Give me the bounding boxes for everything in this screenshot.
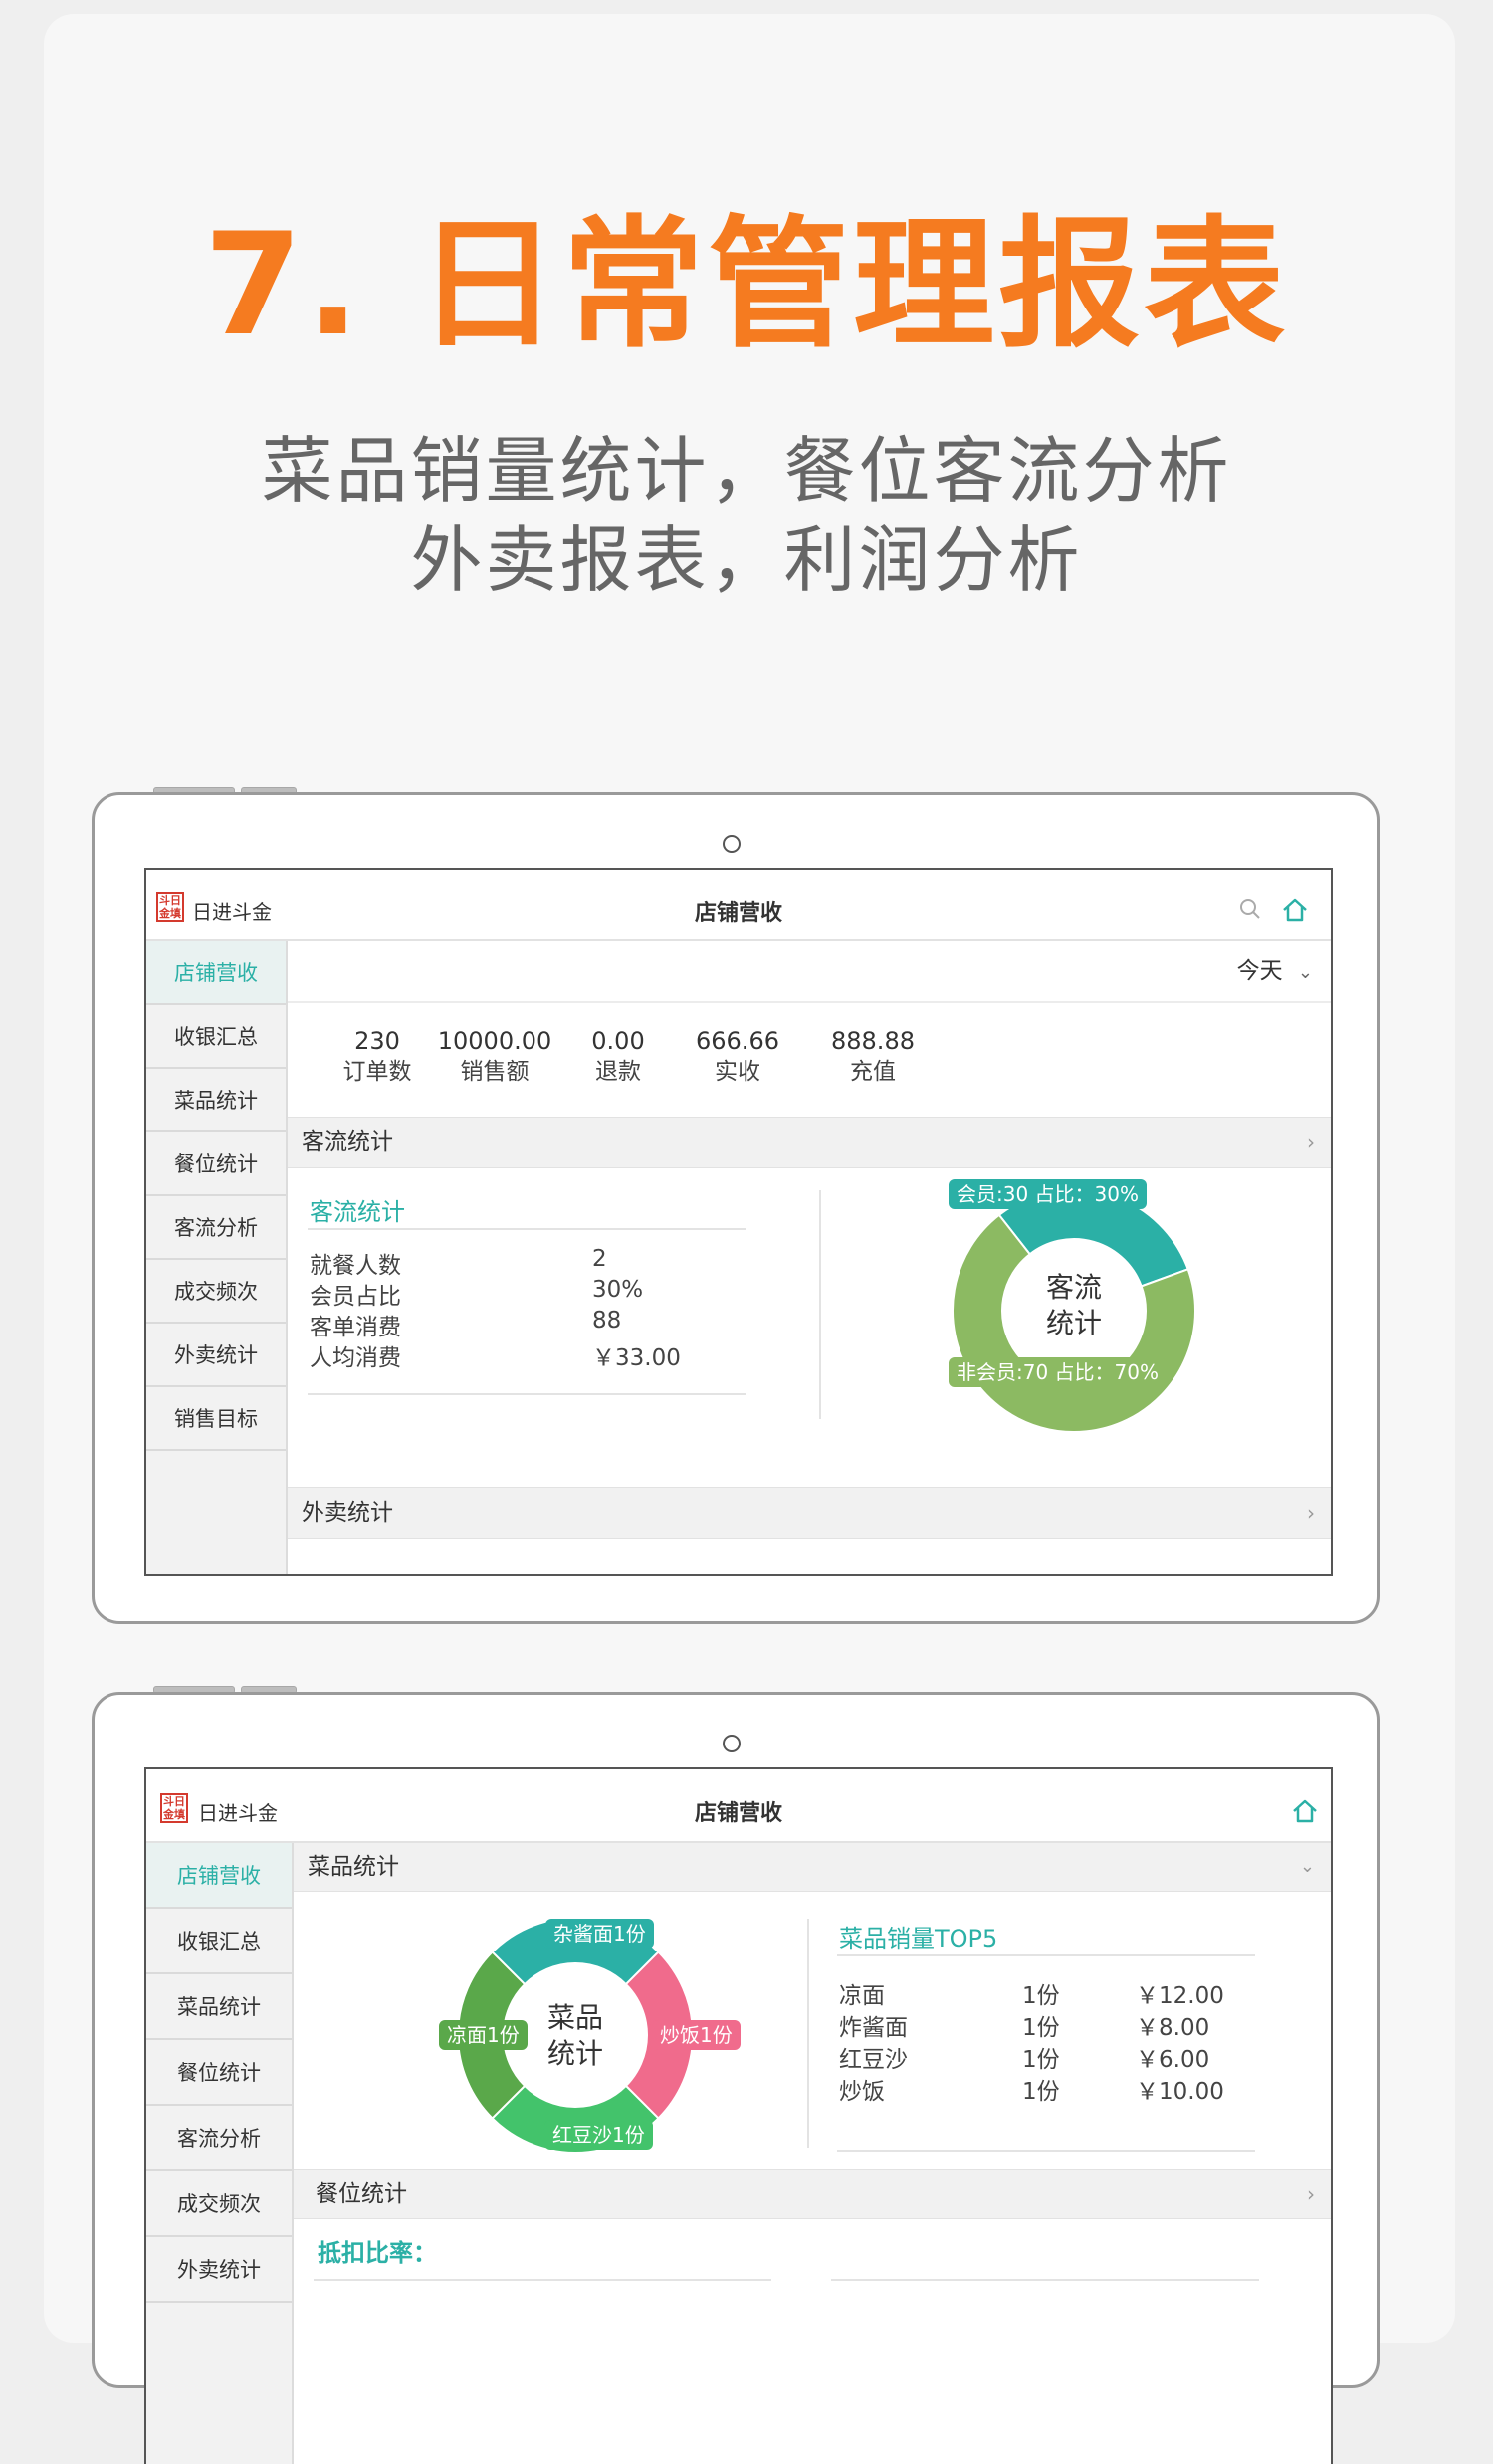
top5-qty: 1份 [1022, 2015, 1060, 2041]
sidebar-item[interactable]: 店铺营收 [146, 1843, 292, 1909]
sidebar-item[interactable]: 客流分析 [146, 2106, 292, 2171]
tablet-1-screen: 斗日金填 日进斗金 店铺营收 店铺营收 收银汇总 菜品统计 餐位统计 客流分析 成交频次外… [144, 868, 1333, 1576]
divider [308, 1393, 746, 1395]
sidebar-item[interactable]: 餐位统计 [146, 1132, 286, 1196]
page-headline: 7. 日常管理报表 [203, 203, 1290, 367]
donut-center-line: 统计 [546, 2037, 603, 2070]
stat-row-value: 2 [592, 1246, 607, 1272]
section-bar-dishes[interactable]: 菜品统计 ⌄ [294, 1843, 1331, 1892]
donut-label-member: 会员:30 占比：30% [949, 1179, 1147, 1209]
chevron-right-icon: › [1307, 1130, 1315, 1154]
title-bar: 斗日金填 日进斗金 店铺营收 [146, 870, 1331, 941]
divider [308, 1228, 746, 1230]
stat-value: 888.88 [831, 1027, 915, 1055]
section-title: 外卖统计 [302, 1500, 393, 1526]
main-panel: 今天 ⌄ 230 订单数 10000.00 销售额 0.00 退款 666.66 实收 888.… [288, 941, 1331, 1574]
top5-qty: 1份 [1022, 1983, 1060, 2009]
sidebar-item[interactable]: 成交频次 [146, 1260, 286, 1324]
divider [831, 2279, 1259, 2281]
donut-center-label: 客流 统计 [1024, 1270, 1124, 1341]
sidebar: 店铺营收 收银汇总 菜品统计 餐位统计 客流分析 成交频次 外卖统计 [146, 1843, 294, 2464]
top5-title: 菜品销量TOP5 [839, 1925, 998, 1952]
sidebar-item[interactable]: 成交频次 [146, 2171, 292, 2237]
top5-name: 红豆沙 [839, 2047, 908, 2073]
divider [314, 2279, 771, 2281]
donut-center-label: 菜品 统计 [526, 2000, 625, 2072]
donut-center-line: 客流 [1045, 1271, 1102, 1304]
tablet-2: 斗日金填 日进斗金 店铺营收 店铺营收 收银汇总 菜品统计 餐位统计 客流分析 成交频次外… [92, 1692, 1380, 2464]
home-icon[interactable] [1281, 896, 1309, 924]
donut-label-0: 杂酱面1份 [545, 1919, 654, 1949]
date-filter[interactable]: 今天 ⌄ [1237, 951, 1313, 985]
subtitle-line-2: 外卖报表，利润分析 [410, 518, 1083, 602]
sidebar: 店铺营收 收银汇总 菜品统计 餐位统计 客流分析 成交频次 外卖统计 销售目标 [146, 941, 288, 1574]
divider [819, 1190, 821, 1419]
stat-row-value: ￥33.00 [592, 1345, 681, 1371]
donut-label-non-member: 非会员:70 占比：70% [949, 1357, 1167, 1387]
camera-dot [723, 1735, 741, 1752]
divider [288, 1001, 1331, 1003]
section-title: 菜品统计 [308, 1854, 399, 1880]
divider [837, 2150, 1255, 2152]
stat-row-label: 会员占比 [310, 1284, 401, 1310]
section-title: 客流统计 [302, 1129, 393, 1155]
section-title: 餐位统计 [316, 2181, 407, 2207]
sidebar-item[interactable]: 店铺营收 [146, 941, 286, 1005]
top5-price: ￥8.00 [1136, 2015, 1210, 2041]
main-panel: 菜品统计 ⌄ 杂酱面1份 炒饭1份 红豆沙1份 凉面1份 菜品 统计 菜品销量T… [294, 1843, 1331, 2464]
subtitle-line-1: 菜品销量统计，餐位客流分析 [261, 429, 1232, 513]
sidebar-item[interactable]: 菜品统计 [146, 1069, 286, 1132]
sidebar-item[interactable]: 餐位统计 [146, 2040, 292, 2106]
sidebar-item[interactable]: 外卖统计 [146, 1324, 286, 1387]
chevron-down-icon: ⌄ [1297, 962, 1313, 983]
chevron-right-icon: › [1307, 2182, 1315, 2206]
sidebar-item[interactable]: 销售目标 [146, 1387, 286, 1451]
section-bar-seats[interactable]: 餐位统计 › [294, 2169, 1331, 2219]
tablet-1: 斗日金填 日进斗金 店铺营收 店铺营收 收银汇总 菜品统计 餐位统计 客流分析 成交频次外… [92, 792, 1380, 1624]
top5-qty: 1份 [1022, 2047, 1060, 2073]
top5-name: 凉面 [839, 1983, 885, 2009]
chevron-down-icon: ⌄ [1299, 1856, 1315, 1877]
stat-label: 充值 [850, 1059, 896, 1085]
top5-name: 炒饭 [839, 2079, 885, 2105]
stat-row-value: 88 [592, 1308, 622, 1334]
tablet-2-screen: 斗日金填 日进斗金 店铺营收 店铺营收 收银汇总 菜品统计 餐位统计 客流分析 成交频次外… [144, 1767, 1333, 2464]
top5-qty: 1份 [1022, 2079, 1060, 2105]
screen-title: 店铺营收 [694, 1801, 782, 1826]
donut-label-3: 凉面1份 [439, 2020, 528, 2050]
stat-row-label: 就餐人数 [310, 1253, 401, 1279]
search-icon[interactable] [1239, 898, 1261, 920]
donut-label-2: 红豆沙1份 [544, 2120, 653, 2150]
chevron-right-icon: › [1307, 1501, 1315, 1525]
donut-center-line: 菜品 [546, 2001, 603, 2034]
divider [837, 1954, 1255, 1956]
divider [807, 1919, 809, 2148]
top5-price: ￥6.00 [1136, 2047, 1210, 2073]
donut-center-line: 统计 [1045, 1307, 1102, 1339]
section-bar-takeout[interactable]: 外卖统计 › [288, 1487, 1331, 1539]
stat-row-label: 人均消费 [310, 1345, 401, 1371]
sidebar-item[interactable]: 客流分析 [146, 1196, 286, 1260]
deduct-label: 抵扣比率： [318, 2239, 437, 2267]
stat-row-value: 30% [592, 1277, 644, 1303]
section-bar-customer-flow[interactable]: 客流统计 › [288, 1117, 1331, 1168]
top5-name: 炸酱面 [839, 2015, 908, 2041]
top5-price: ￥10.00 [1136, 2079, 1224, 2105]
sidebar-item[interactable]: 收银汇总 [146, 1005, 286, 1069]
camera-dot [723, 835, 741, 853]
sidebar-item[interactable]: 菜品统计 [146, 1974, 292, 2040]
stat-row-label: 客单消费 [310, 1315, 401, 1340]
screen-title: 店铺营收 [694, 901, 782, 925]
title-bar: 斗日金填 日进斗金 店铺营收 [146, 1769, 1331, 1843]
stat-item: 888.88 充值 [793, 1025, 953, 1087]
donut-label-1: 炒饭1份 [652, 2020, 741, 2050]
sidebar-item[interactable]: 收银汇总 [146, 1909, 292, 1974]
sidebar-item[interactable]: 外卖统计 [146, 2237, 292, 2303]
home-icon[interactable] [1291, 1797, 1319, 1825]
panel-title: 客流统计 [310, 1198, 405, 1226]
top5-price: ￥12.00 [1136, 1983, 1224, 2009]
